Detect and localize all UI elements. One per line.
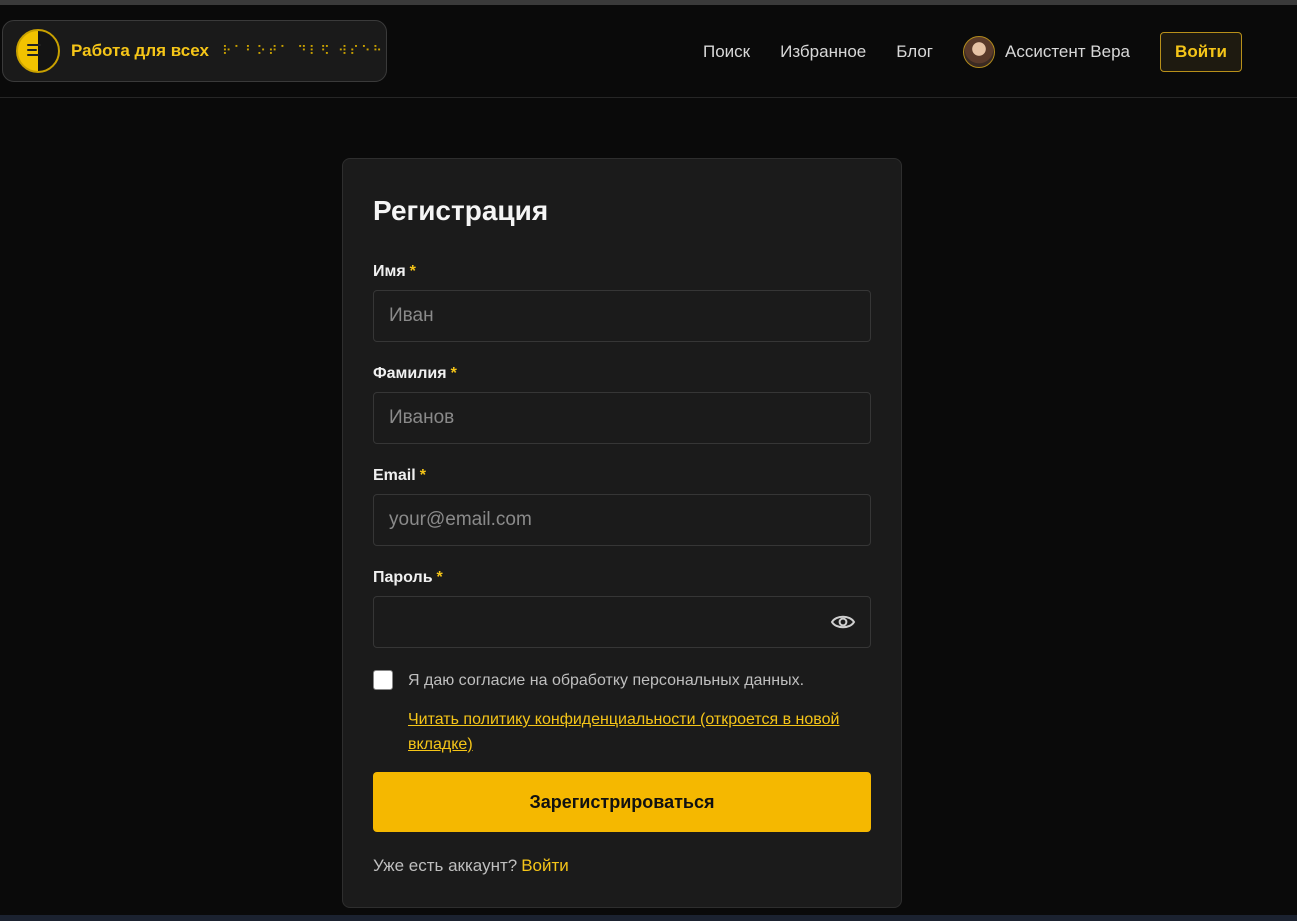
brand-home-link[interactable]: Работа для всех ⠗⠁⠃⠕⠞⠁ ⠙⠇⠫ ⠺⠎⠑⠓: [2, 20, 387, 82]
consent-label: Я даю согласие на обработку персональных…: [408, 672, 805, 689]
registration-card: Регистрация Имя* Фамилия* Email* Пароль*…: [342, 158, 902, 908]
login-prompt-text: Уже есть аккаунт?: [373, 856, 518, 875]
email-input[interactable]: [373, 494, 871, 546]
privacy-policy-link[interactable]: Читать политику конфиденциальности (откр…: [408, 707, 848, 757]
assistant-avatar: [963, 36, 995, 68]
password-label: Пароль *: [373, 569, 443, 586]
email-label: Email *: [373, 467, 426, 484]
nav-favorites[interactable]: Избранное: [780, 32, 866, 72]
header-login-button[interactable]: Войти: [1160, 32, 1242, 72]
last-name-label: Фамилия *: [373, 365, 457, 382]
nav-assistant-label: Ассистент Вера: [1005, 42, 1130, 61]
last-name-input[interactable]: [373, 392, 871, 444]
password-field[interactable]: [373, 596, 871, 648]
login-link[interactable]: Войти: [521, 856, 569, 875]
site-header: Работа для всех ⠗⠁⠃⠕⠞⠁ ⠙⠇⠫ ⠺⠎⠑⠓ Поиск Из…: [0, 5, 1297, 98]
first-name-label: Имя *: [373, 263, 416, 280]
page-title: Регистрация: [373, 195, 549, 226]
consent-checkbox[interactable]: [373, 670, 393, 690]
nav-search[interactable]: Поиск: [703, 32, 750, 72]
register-button[interactable]: Зарегистрироваться: [373, 772, 871, 832]
login-prompt: Уже есть аккаунт? Войти: [373, 856, 569, 876]
required-mark: *: [436, 569, 443, 586]
brand-name: Работа для всех: [71, 41, 209, 60]
nav-assistant[interactable]: Ассистент Вера: [963, 32, 1130, 72]
main-nav: Поиск Избранное Блог Ассистент Вера Войт…: [703, 32, 1242, 72]
window-bottom-bar: [0, 915, 1297, 921]
brand-braille: ⠗⠁⠃⠕⠞⠁ ⠙⠇⠫ ⠺⠎⠑⠓: [221, 43, 384, 59]
nav-blog[interactable]: Блог: [896, 32, 933, 72]
first-name-input[interactable]: [373, 290, 871, 342]
eye-icon[interactable]: [830, 611, 856, 633]
logo-icon: [16, 29, 60, 73]
required-mark: *: [419, 467, 426, 484]
required-mark: *: [450, 365, 457, 382]
required-mark: *: [409, 263, 416, 280]
